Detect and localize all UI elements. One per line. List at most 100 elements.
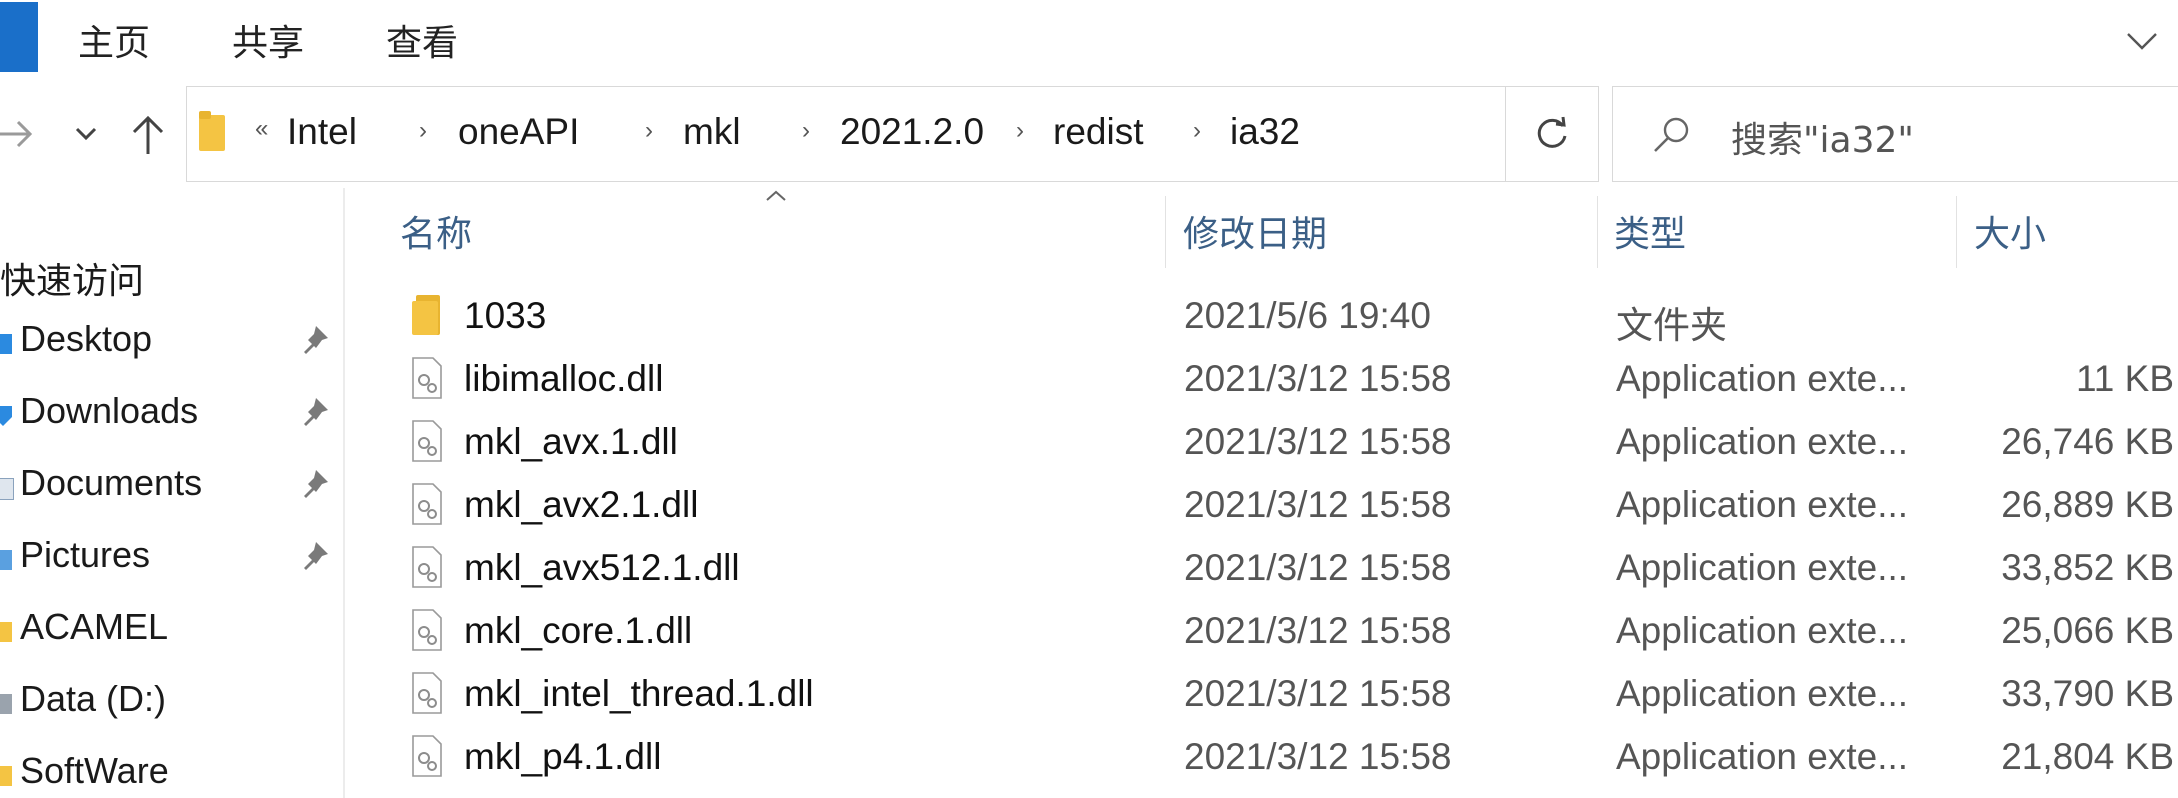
file-type: 文件夹 [1616, 304, 1727, 347]
file-type: Application exte... [1616, 421, 1909, 462]
file-type: Application exte... [1616, 673, 1909, 714]
sidebar-item-software[interactable]: SoftWare [0, 740, 343, 798]
file-name: mkl_p4.1.dll [464, 736, 662, 777]
column-divider[interactable] [1956, 196, 1957, 268]
breadcrumb-ia32[interactable]: ia32 [1230, 111, 1300, 153]
folder-icon [199, 111, 225, 151]
desktop-icon [0, 334, 12, 354]
list-item[interactable]: mkl_p4.1.dll 2021/3/12 15:58 Application… [352, 728, 2178, 791]
tab-view[interactable]: 查看 [386, 14, 458, 66]
up-button[interactable] [118, 104, 178, 164]
file-size: 33,852 KB [2001, 547, 2174, 588]
dll-file-icon [412, 357, 442, 399]
file-date: 2021/3/12 15:58 [1184, 547, 1452, 588]
dll-file-icon [412, 735, 442, 777]
file-date: 2021/3/12 15:58 [1184, 673, 1452, 714]
tab-home[interactable]: 主页 [78, 14, 150, 66]
breadcrumb-intel[interactable]: Intel [287, 111, 357, 153]
documents-icon [0, 478, 14, 500]
file-size: 33,790 KB [2001, 673, 2174, 714]
sidebar-item-downloads[interactable]: Downloads [0, 380, 343, 450]
column-divider[interactable] [1597, 196, 1598, 268]
pictures-icon [0, 550, 12, 570]
pin-icon[interactable] [296, 322, 332, 358]
file-size: 26,889 KB [2001, 484, 2174, 525]
chevron-down-icon[interactable] [2124, 22, 2160, 58]
dll-file-icon [412, 546, 442, 588]
sidebar-item-acamel[interactable]: ACAMEL [0, 596, 343, 666]
folder-icon [0, 622, 12, 642]
recent-locations-button[interactable] [56, 104, 116, 164]
folder-icon [0, 766, 12, 786]
sidebar-item-documents[interactable]: Documents [0, 452, 343, 522]
list-item[interactable]: mkl_avx512.1.dll 2021/3/12 15:58 Applica… [352, 539, 2178, 602]
pin-icon[interactable] [296, 394, 332, 430]
column-header-name[interactable]: 名称 [400, 205, 472, 257]
pin-icon[interactable] [296, 538, 332, 574]
address-bar[interactable]: « Intel › oneAPI › mkl › 2021.2.0 › redi… [186, 86, 1598, 182]
list-item[interactable]: mkl_intel_thread.1.dll 2021/3/12 15:58 A… [352, 665, 2178, 728]
list-item[interactable]: mkl_avx2.1.dll 2021/3/12 15:58 Applicati… [352, 476, 2178, 539]
search-box[interactable]: 搜索"ia32" [1612, 86, 2178, 182]
sidebar-item-label: Data (D:) [20, 678, 167, 719]
column-header-type[interactable]: 类型 [1614, 205, 1686, 257]
refresh-icon [1537, 116, 1567, 148]
file-type: Application exte... [1616, 736, 1909, 777]
file-size: 26,746 KB [2001, 421, 2174, 462]
sidebar-item-pictures[interactable]: Pictures [0, 524, 343, 594]
file-type: Application exte... [1616, 358, 1909, 399]
file-date: 2021/3/12 15:58 [1184, 736, 1452, 777]
file-tab[interactable] [0, 2, 38, 72]
dll-file-icon [412, 672, 442, 714]
pin-icon[interactable] [296, 466, 332, 502]
search-icon [1654, 117, 1689, 152]
list-item[interactable]: mkl_avx.1.dll 2021/3/12 15:58 Applicatio… [352, 413, 2178, 476]
file-date: 2021/3/12 15:58 [1184, 421, 1452, 462]
sidebar-item-label: SoftWare [20, 750, 169, 791]
sidebar-item-label: ACAMEL [20, 606, 169, 647]
file-date: 2021/3/12 15:58 [1184, 358, 1452, 399]
file-type: Application exte... [1616, 484, 1909, 525]
breadcrumb-oneapi[interactable]: oneAPI [458, 111, 579, 153]
sidebar-item-data-drive[interactable]: Data (D:) [0, 668, 343, 738]
search-placeholder: 搜索"ia32" [1731, 120, 1914, 161]
file-size: 25,066 KB [2001, 610, 2174, 651]
column-header-date[interactable]: 修改日期 [1183, 205, 1327, 257]
forward-arrow-icon [0, 120, 33, 148]
file-size: 21,804 KB [2001, 736, 2174, 777]
list-item[interactable]: mkl_core.1.dll 2021/3/12 15:58 Applicati… [352, 602, 2178, 665]
up-arrow-icon [132, 115, 164, 154]
refresh-button[interactable] [1505, 86, 1599, 182]
dll-file-icon [412, 420, 442, 462]
file-type: Application exte... [1616, 610, 1909, 651]
column-header-size[interactable]: 大小 [1974, 205, 2046, 257]
breadcrumb-mkl[interactable]: mkl [683, 111, 741, 153]
dll-file-icon [412, 609, 442, 651]
column-divider[interactable] [1165, 196, 1166, 268]
list-item[interactable]: libimalloc.dll 2021/3/12 15:58 Applicati… [352, 350, 2178, 413]
list-item[interactable]: 1033 2021/5/6 19:40 文件夹 [352, 287, 2178, 350]
address-overflow[interactable]: « [255, 115, 268, 143]
sidebar-item-label: Documents [20, 462, 203, 503]
ribbon: 主页 共享 查看 [0, 0, 2178, 81]
file-size: 11 KB [2075, 358, 2174, 399]
file-name: mkl_avx2.1.dll [464, 484, 699, 525]
quick-access-heading[interactable]: 快速访问 [0, 252, 144, 304]
breadcrumb-version[interactable]: 2021.2.0 [840, 111, 984, 153]
dll-file-icon [412, 483, 442, 525]
sidebar-item-label: Desktop [20, 318, 153, 359]
file-name: mkl_avx.1.dll [464, 421, 678, 462]
forward-button[interactable] [0, 104, 46, 164]
file-name: mkl_intel_thread.1.dll [464, 673, 814, 714]
file-name: mkl_avx512.1.dll [464, 547, 740, 588]
sidebar-item-desktop[interactable]: Desktop [0, 308, 343, 378]
navigation-bar: « Intel › oneAPI › mkl › 2021.2.0 › redi… [0, 80, 2178, 188]
downloads-icon [0, 406, 12, 426]
folder-icon [412, 295, 440, 335]
file-name: mkl_core.1.dll [464, 610, 693, 651]
sort-ascending-icon [766, 190, 786, 201]
sidebar-item-label: Downloads [20, 390, 199, 431]
tab-share[interactable]: 共享 [232, 14, 304, 66]
breadcrumb-redist[interactable]: redist [1053, 111, 1143, 153]
file-date: 2021/3/12 15:58 [1184, 610, 1452, 651]
